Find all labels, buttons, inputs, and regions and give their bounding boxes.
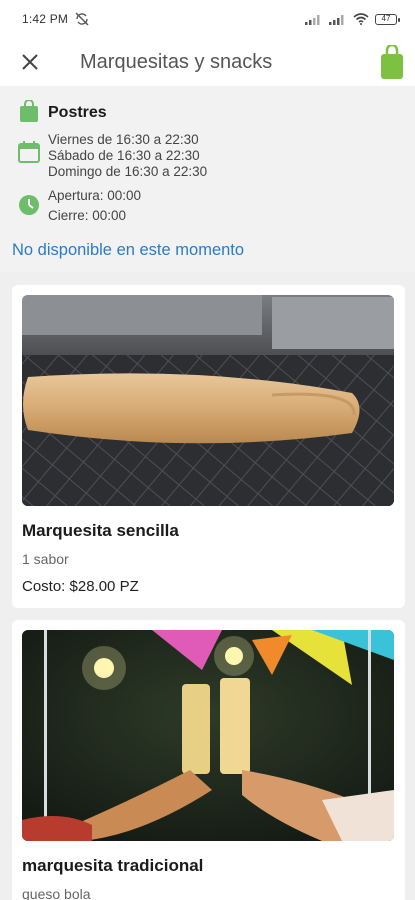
sync-off-icon [75, 12, 89, 26]
store-info: Postres Viernes de 16:30 a 22:30 Sábado … [0, 86, 415, 272]
availability-link[interactable]: No disponible en este momento [12, 241, 244, 260]
product-name: Marquesita sencilla [22, 521, 179, 540]
status-time: 1:42 PM [22, 12, 69, 26]
calendar-icon [18, 141, 40, 163]
product-description: 1 sabor [22, 551, 69, 567]
schedule-line: Sábado de 16:30 a 22:30 [48, 148, 200, 163]
schedule-line: Domingo de 16:30 a 22:30 [48, 164, 208, 179]
close-button[interactable] [0, 38, 60, 86]
battery-icon: 47 [375, 13, 400, 25]
close-icon [22, 54, 38, 70]
hours-row: Apertura: 00:00 Cierre: 00:00 [18, 186, 415, 226]
wifi-icon [353, 13, 369, 25]
schedule-list: Viernes de 16:30 a 22:30 Sábado de 16:30… [48, 132, 207, 180]
category-label: Postres [48, 104, 107, 121]
product-card[interactable]: marquesita tradicional queso bola [12, 620, 405, 900]
product-name: marquesita tradicional [22, 856, 204, 875]
product-description: queso bola [22, 886, 91, 900]
store-bag-icon [20, 100, 38, 122]
battery-level: 47 [381, 13, 391, 23]
product-price: Costo: $28.00 PZ [22, 578, 139, 595]
opening-time: Apertura: 00:00 [48, 188, 142, 203]
app-bar: Marquesitas y snacks [0, 38, 415, 86]
schedule-line: Viernes de 16:30 a 22:30 [48, 132, 199, 147]
hours-list: Apertura: 00:00 Cierre: 00:00 [48, 186, 141, 226]
cart-button[interactable] [369, 38, 415, 86]
category-row: Postres [18, 100, 415, 122]
closing-time: Cierre: 00:00 [48, 208, 127, 223]
shopping-bag-icon [381, 45, 403, 79]
status-bar: 1:42 PM 47 [0, 0, 415, 38]
signal-icon-2 [329, 15, 344, 25]
schedule-row: Viernes de 16:30 a 22:30 Sábado de 16:30… [18, 132, 415, 180]
signal-icon [305, 15, 320, 25]
product-card[interactable]: Marquesita sencilla 1 sabor Costo: $28.0… [12, 285, 405, 608]
clock-icon [19, 195, 39, 215]
product-image [22, 630, 394, 841]
page-title: Marquesitas y snacks [80, 50, 273, 73]
product-image [22, 295, 394, 506]
